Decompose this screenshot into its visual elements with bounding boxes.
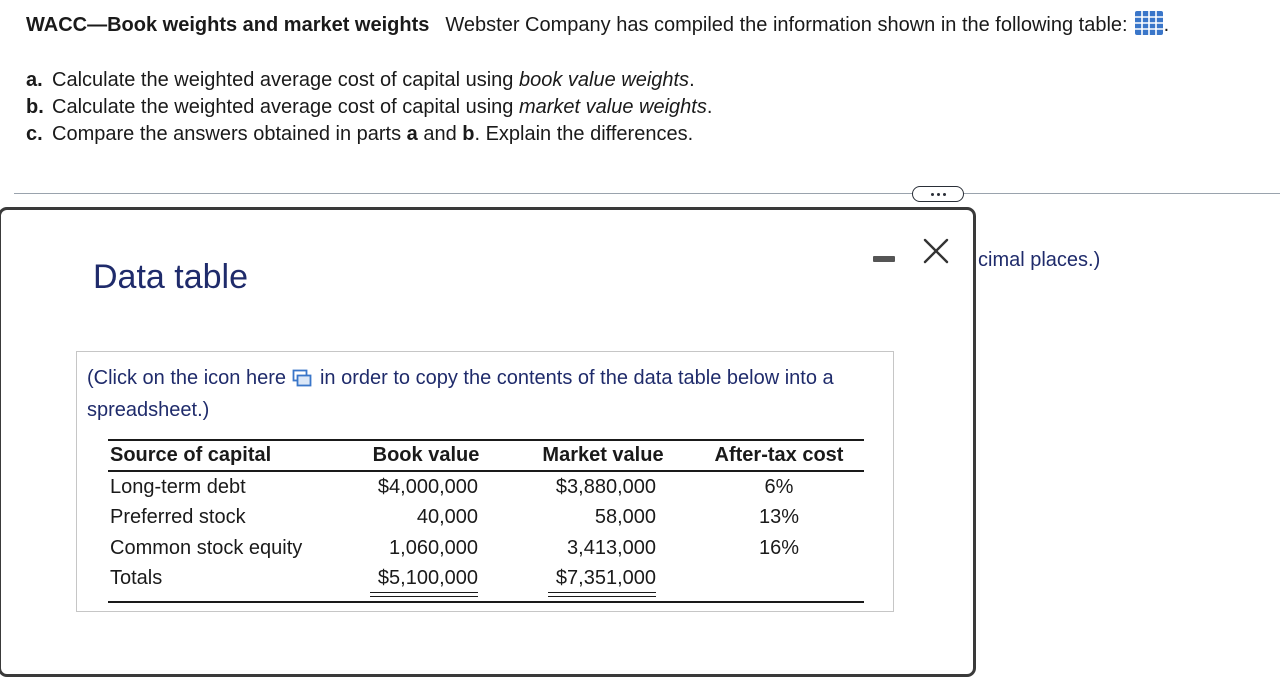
dialog-title: Data table	[93, 258, 248, 296]
table-bottom-rule	[108, 601, 864, 603]
data-table-dialog: Data table (Click on the icon here in ord…	[0, 207, 976, 677]
header-market-value: Market value	[542, 444, 664, 466]
market-total-double-underline	[548, 592, 656, 593]
part-b: b. Calculate the weighted average cost of…	[26, 96, 713, 118]
answer-hint-text: cimal places.)	[978, 249, 1101, 271]
table-grid-icon[interactable]	[1134, 10, 1164, 42]
part-c: c. Compare the answers obtained in parts …	[26, 123, 694, 145]
book-total-double-underline	[370, 592, 478, 593]
question-intro: Webster Company has compiled the informa…	[445, 14, 1128, 36]
minimize-icon[interactable]	[873, 256, 895, 262]
ellipsis-icon[interactable]	[912, 186, 964, 202]
close-icon[interactable]	[921, 236, 951, 266]
question-header: WACC—Book weights and market weights Webs…	[26, 10, 1276, 42]
intro-trailing: .	[1163, 14, 1170, 36]
question-parts: a. Calculate the weighted average cost of…	[26, 67, 712, 148]
part-a: a. Calculate the weighted average cost of…	[26, 69, 695, 91]
data-table-box: (Click on the icon here in order to copy …	[76, 351, 894, 612]
header-source: Source of capital	[110, 444, 272, 466]
header-rule	[108, 470, 864, 472]
header-after-tax-cost: After-tax cost	[714, 444, 844, 466]
copy-instructions: (Click on the icon here in order to copy …	[87, 367, 834, 421]
header-book-value: Book value	[372, 444, 480, 466]
book-total-double-underline	[370, 596, 478, 597]
table-top-rule	[108, 439, 864, 441]
market-total-double-underline	[548, 596, 656, 597]
copy-icon[interactable]	[292, 367, 312, 396]
section-divider	[14, 193, 1280, 194]
question-title: WACC—Book weights and market weights	[26, 14, 430, 36]
